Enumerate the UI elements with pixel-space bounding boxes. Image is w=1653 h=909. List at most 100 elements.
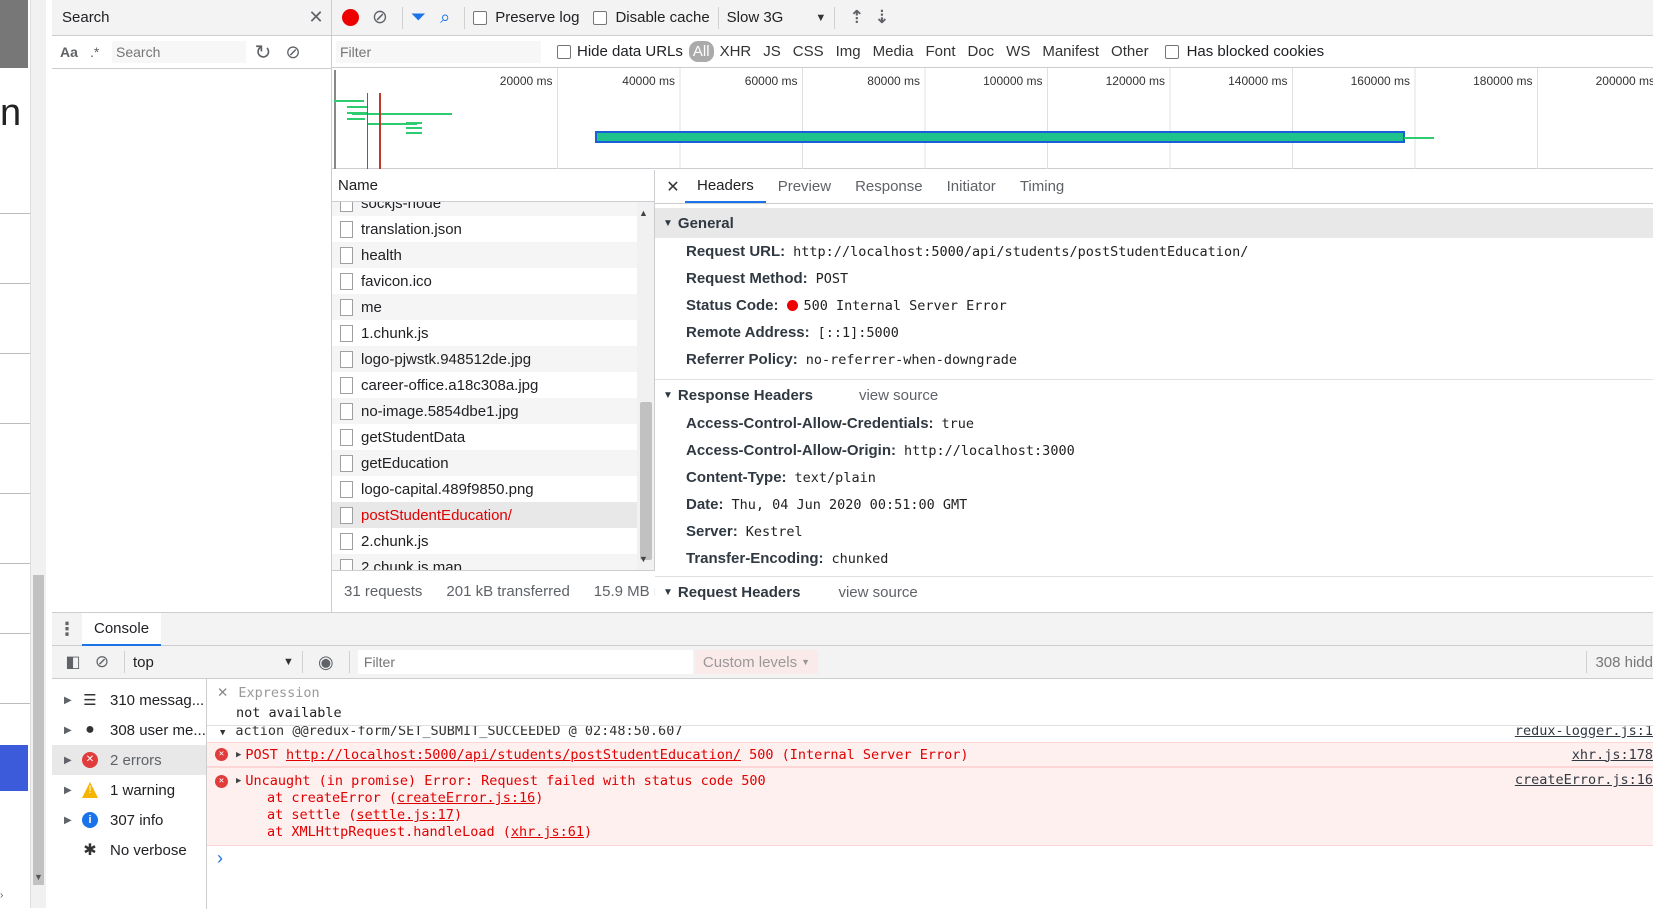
filter-type-xhr[interactable]: XHR [714,41,758,62]
timeline-chart: 20000 ms 40000 ms 60000 ms 80000 ms 100000 m… [334,68,1653,169]
stack-frame-suffix: ) [584,824,593,840]
request-name: 2.chunk.js [361,532,429,550]
request-row-poststudenteducation[interactable]: postStudentEducation/ [332,502,637,528]
preserve-log-checkbox[interactable] [473,10,488,25]
request-row-geteducation[interactable]: getEducation [332,450,637,476]
eye-icon[interactable]: ◉ [311,652,341,673]
expression-label[interactable]: Expression [238,685,319,701]
source-link[interactable]: createError.js:16 [1515,772,1653,788]
triangle-right-icon[interactable]: ▶ [236,750,241,760]
regex-button[interactable]: .* [90,44,112,60]
header-row-access-control-allow-credentials: Access-Control-Allow-Credentials: true [655,410,1653,437]
scroll-thumb[interactable] [640,402,652,560]
error-method: POST [245,746,278,763]
header-name: Status Code: [686,297,779,314]
filter-type-css[interactable]: CSS [787,41,830,62]
more-options-icon[interactable]: ⋮ [52,619,82,640]
network-timeline[interactable]: 20000 ms 40000 ms 60000 ms 80000 ms 100000 m… [332,68,1653,169]
view-source-link[interactable]: view source [859,387,938,404]
network-filter-input[interactable] [336,40,541,63]
general-section-header[interactable]: ▼ General [655,208,1653,238]
request-row-me[interactable]: me [332,294,637,320]
request-bar [347,118,365,120]
bug-icon: ✱ [83,842,97,859]
search-input[interactable] [112,41,246,63]
filter-type-font[interactable]: Font [919,41,961,62]
console-prompt[interactable]: › [207,846,1653,870]
console-sidebar-no-verbose[interactable]: ✱ No verbose [52,835,206,865]
console-sidebar-1-warning[interactable]: ▶! 1 warning [52,775,206,805]
clear-icon[interactable]: ⊘ [280,42,306,63]
console-sidebar-308-user-me[interactable]: ▶ ● 308 user me... [52,715,206,745]
disable-cache-checkbox[interactable] [593,10,608,25]
close-icon[interactable]: ✕ [217,685,228,701]
name-column-header[interactable]: Name [332,170,654,202]
console-sidebar-310-messag[interactable]: ▶ ☰ 310 messag... [52,685,206,715]
filter-type-img[interactable]: Img [830,41,867,62]
export-har-icon[interactable]: ⇣ [874,7,889,28]
console-filter-input[interactable] [357,650,693,674]
response-headers-section-header[interactable]: ▼ Response Headers view source [655,380,1653,410]
request-row-1-chunk-js[interactable]: 1.chunk.js [332,320,637,346]
context-select[interactable]: top ▼ [133,654,294,671]
filter-type-media[interactable]: Media [867,41,920,62]
log-levels-dropdown[interactable]: Custom levels ▼ [694,650,819,674]
filter-type-manifest[interactable]: Manifest [1036,41,1105,62]
header-value: no-referrer-when-downgrade [805,351,1018,368]
match-case-button[interactable]: Aa [60,44,90,60]
close-details-icon[interactable]: ✕ [661,177,685,197]
clear-log-icon[interactable]: ⊘ [372,6,388,29]
header-name: Access-Control-Allow-Credentials: [686,415,934,432]
source-link[interactable]: xhr.js:178 [1572,747,1653,763]
clear-console-icon[interactable]: ⊘ [88,652,116,672]
throttle-select[interactable]: Slow 3G ▼ [727,9,827,26]
triangle-down-icon[interactable]: ▼ [220,728,225,738]
request-row-logo-pjwstk-948512de-jpg[interactable]: logo-pjwstk.948512de.jpg [332,346,637,372]
filter-icon[interactable]: ⏷ [411,7,426,29]
tab-preview[interactable]: Preview [766,170,843,203]
triangle-right-icon[interactable]: ▶ [236,776,241,786]
request-row-health[interactable]: health [332,242,637,268]
console-sidebar-2-errors[interactable]: ▶ ✕ 2 errors [52,745,206,775]
request-row-2-chunk-js-map[interactable]: 2.chunk.js.map [332,554,637,570]
view-source-link[interactable]: view source [838,584,917,601]
filter-type-ws[interactable]: WS [1000,41,1036,62]
request-row-sockjs-node[interactable]: sockjs-node [332,202,637,216]
tab-response[interactable]: Response [843,170,935,203]
log-message: ▼ action @@redux-form/SET_SUBMIT_SUCCEEDE… [207,726,1653,742]
request-row-2-chunk-js[interactable]: 2.chunk.js [332,528,637,554]
stack-frame-link[interactable]: createError.js:16 [397,790,535,806]
source-link[interactable]: redux-logger.js:1 [1515,726,1653,738]
filter-type-doc[interactable]: Doc [961,41,1000,62]
request-row-getstudentdata[interactable]: getStudentData [332,424,637,450]
request-row-translation-json[interactable]: translation.json [332,216,637,242]
refresh-icon[interactable]: ↻ [246,40,280,65]
request-row-no-image-5854dbe1-jpg[interactable]: no-image.5854dbe1.jpg [332,398,637,424]
record-icon[interactable] [342,9,359,26]
tab-initiator[interactable]: Initiator [935,170,1008,203]
search-icon[interactable]: ⌕ [440,7,450,28]
request-headers-section-header[interactable]: ▼ Request Headers view source [655,577,1653,607]
page-scrollbar[interactable]: ▼ [30,0,46,908]
stack-frame-link[interactable]: xhr.js:61 [511,824,584,840]
stack-frame-link[interactable]: settle.js:17 [356,807,454,823]
hide-data-urls-checkbox[interactable] [557,44,571,59]
blocked-cookies-checkbox[interactable] [1164,44,1179,59]
tab-timing[interactable]: Timing [1008,170,1076,203]
close-icon[interactable]: ✕ [301,7,331,28]
console-sidebar-307-info[interactable]: ▶ i 307 info [52,805,206,835]
search-toolbar: Aa .* ↻ ⊘ [52,36,331,69]
header-value: POST [815,270,849,287]
filter-type-all[interactable]: All [688,41,714,62]
tab-console[interactable]: Console [82,612,162,646]
filter-type-other[interactable]: Other [1105,41,1155,62]
error-url-link[interactable]: http://localhost:5000/api/students/postS… [286,747,741,763]
import-har-icon[interactable]: ⇡ [849,7,864,28]
request-list-scrollbar[interactable]: ▲ ▼ [637,202,654,570]
tab-headers[interactable]: Headers [685,170,766,203]
sidebar-toggle-icon[interactable]: ◧ [58,652,88,672]
request-row-career-office-a18c308a-jpg[interactable]: career-office.a18c308a.jpg [332,372,637,398]
filter-type-js[interactable]: JS [757,41,787,62]
request-row-favicon-ico[interactable]: favicon.ico [332,268,637,294]
request-row-logo-capital-489f9850-png[interactable]: logo-capital.489f9850.png [332,476,637,502]
